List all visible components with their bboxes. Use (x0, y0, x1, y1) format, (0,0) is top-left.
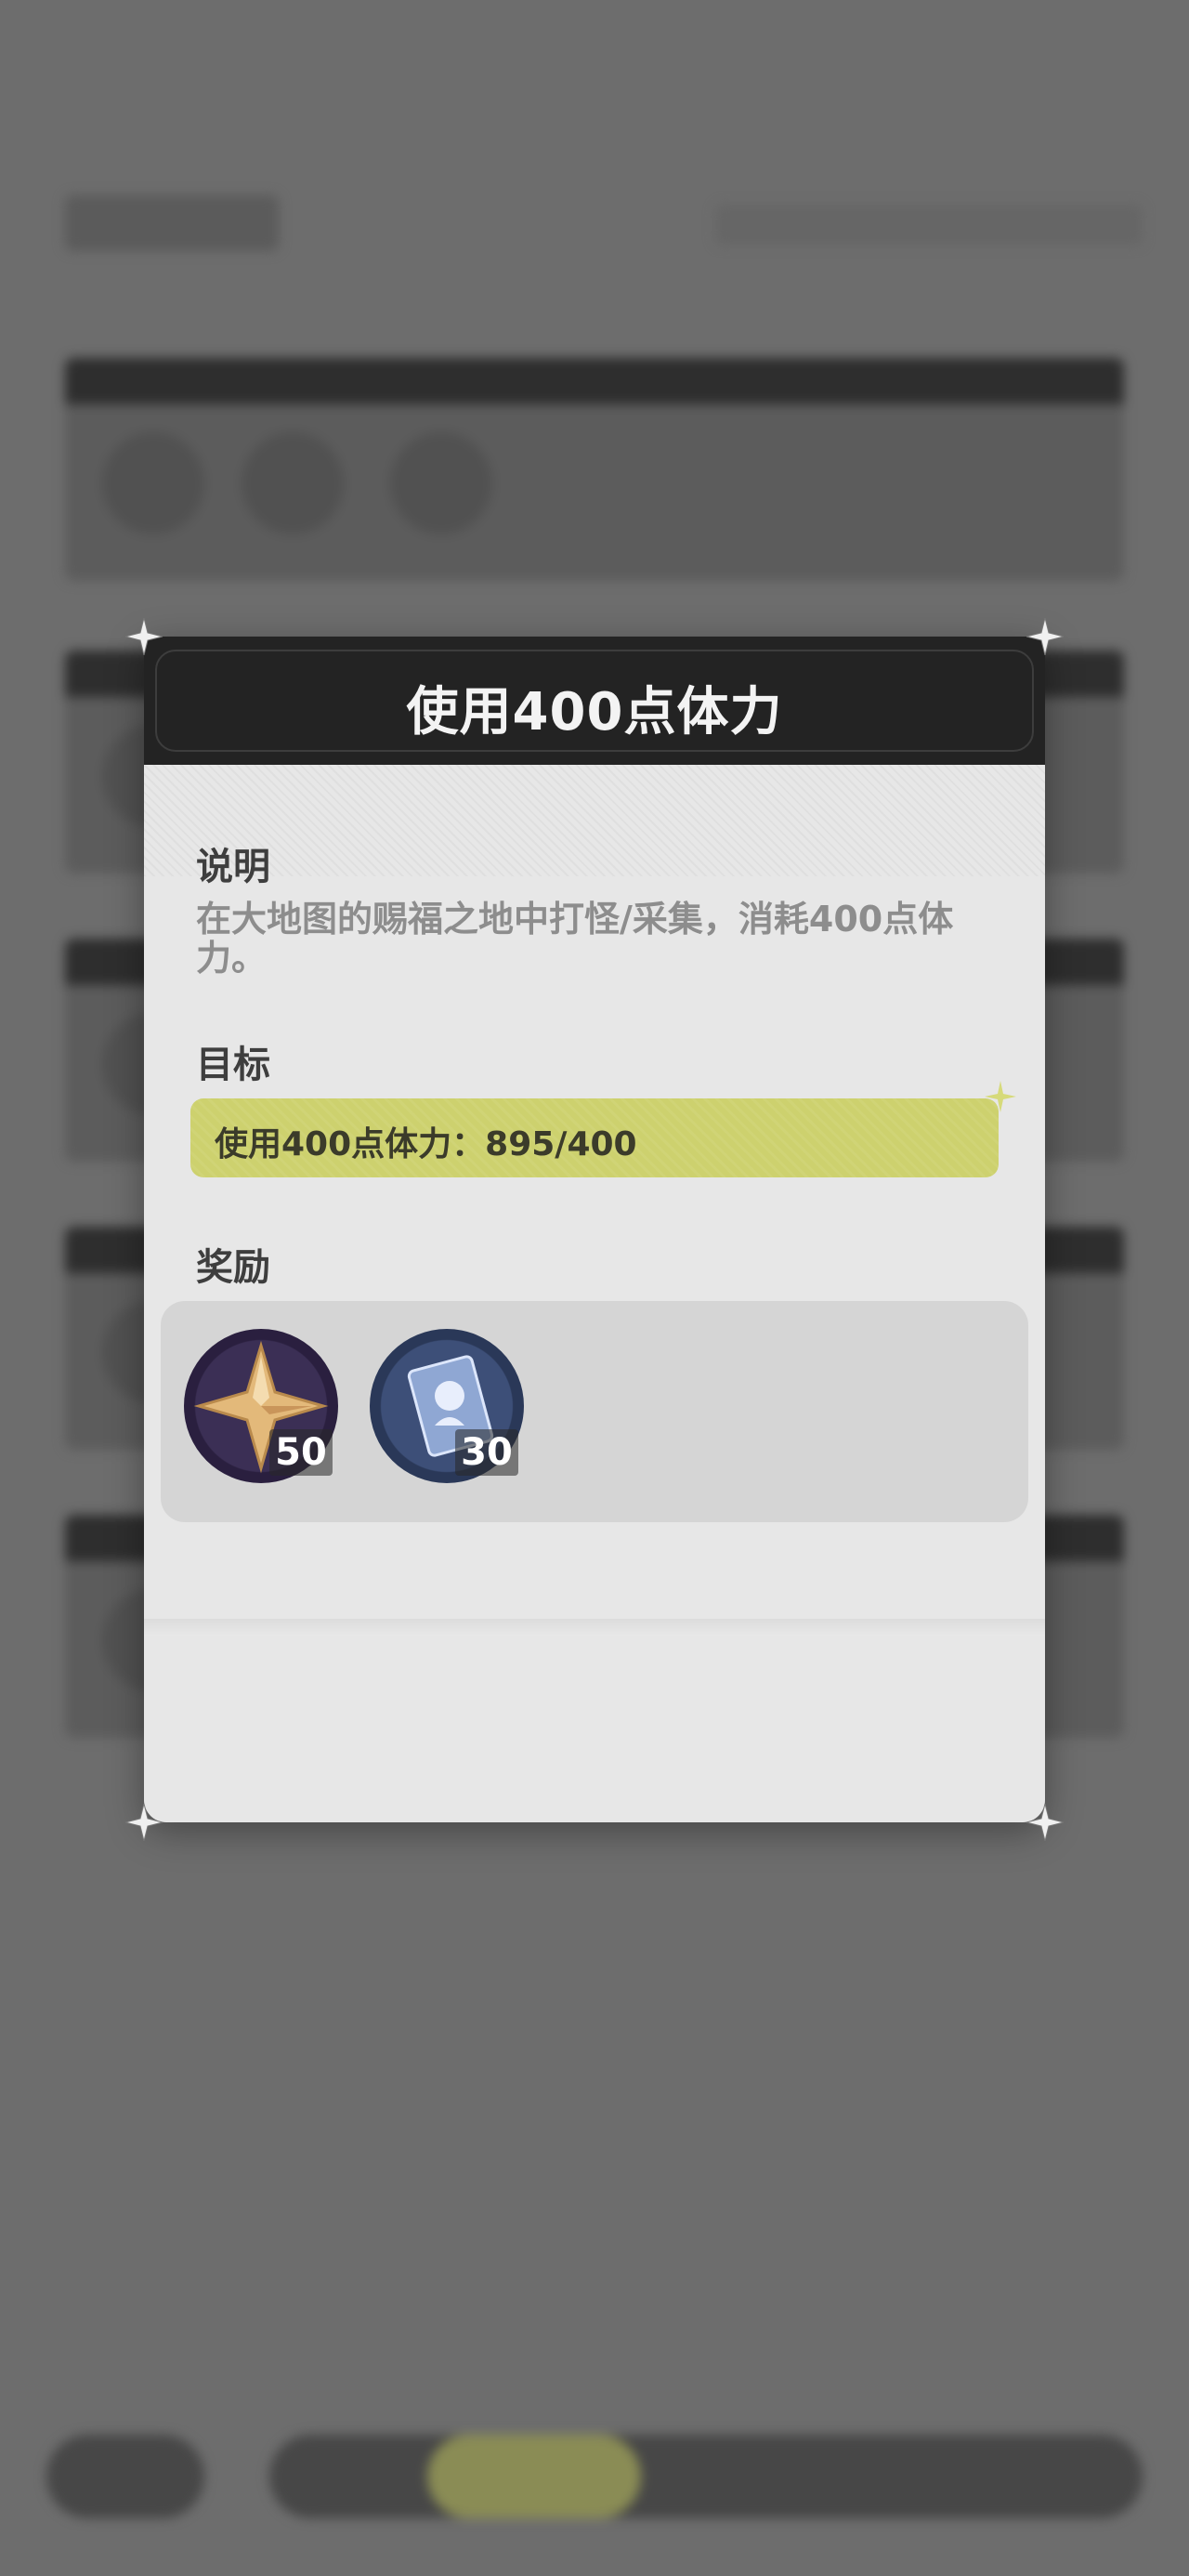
reward-item[interactable]: 30 (370, 1329, 524, 1483)
background-title (65, 195, 279, 251)
corner-ornament-icon (125, 618, 163, 655)
sparkle-icon (985, 1081, 1016, 1112)
corner-ornament-icon (1026, 1804, 1064, 1841)
background-header-info (715, 204, 1143, 245)
corner-ornament-icon (1026, 618, 1064, 655)
reward-quantity: 50 (269, 1429, 333, 1476)
corner-ornament-icon (125, 1804, 163, 1841)
background-task-card (65, 358, 1124, 581)
background-bottom-nav (37, 2416, 1152, 2528)
rewards-panel: 50 30 (161, 1301, 1028, 1522)
dialog-header: 使用400点体力 (144, 637, 1045, 765)
description-text: 在大地图的赐福之地中打怪/采集，消耗400点体力。 (196, 899, 954, 979)
reward-item[interactable]: 50 (184, 1329, 338, 1483)
dialog-title: 使用400点体力 (406, 682, 783, 743)
goal-progress-bar: 使用400点体力：895/400 (190, 1098, 999, 1177)
goal-progress-text: 使用400点体力：895/400 (215, 1125, 637, 1163)
description-heading: 说明 (196, 846, 270, 888)
goal-heading: 目标 (196, 1044, 270, 1086)
reward-quantity: 30 (455, 1429, 518, 1476)
task-detail-dialog: 使用400点体力 说明 在大地图的赐福之地中打怪/采集，消耗400点体力。 目标… (125, 618, 1064, 1841)
rewards-heading: 奖励 (196, 1246, 270, 1289)
